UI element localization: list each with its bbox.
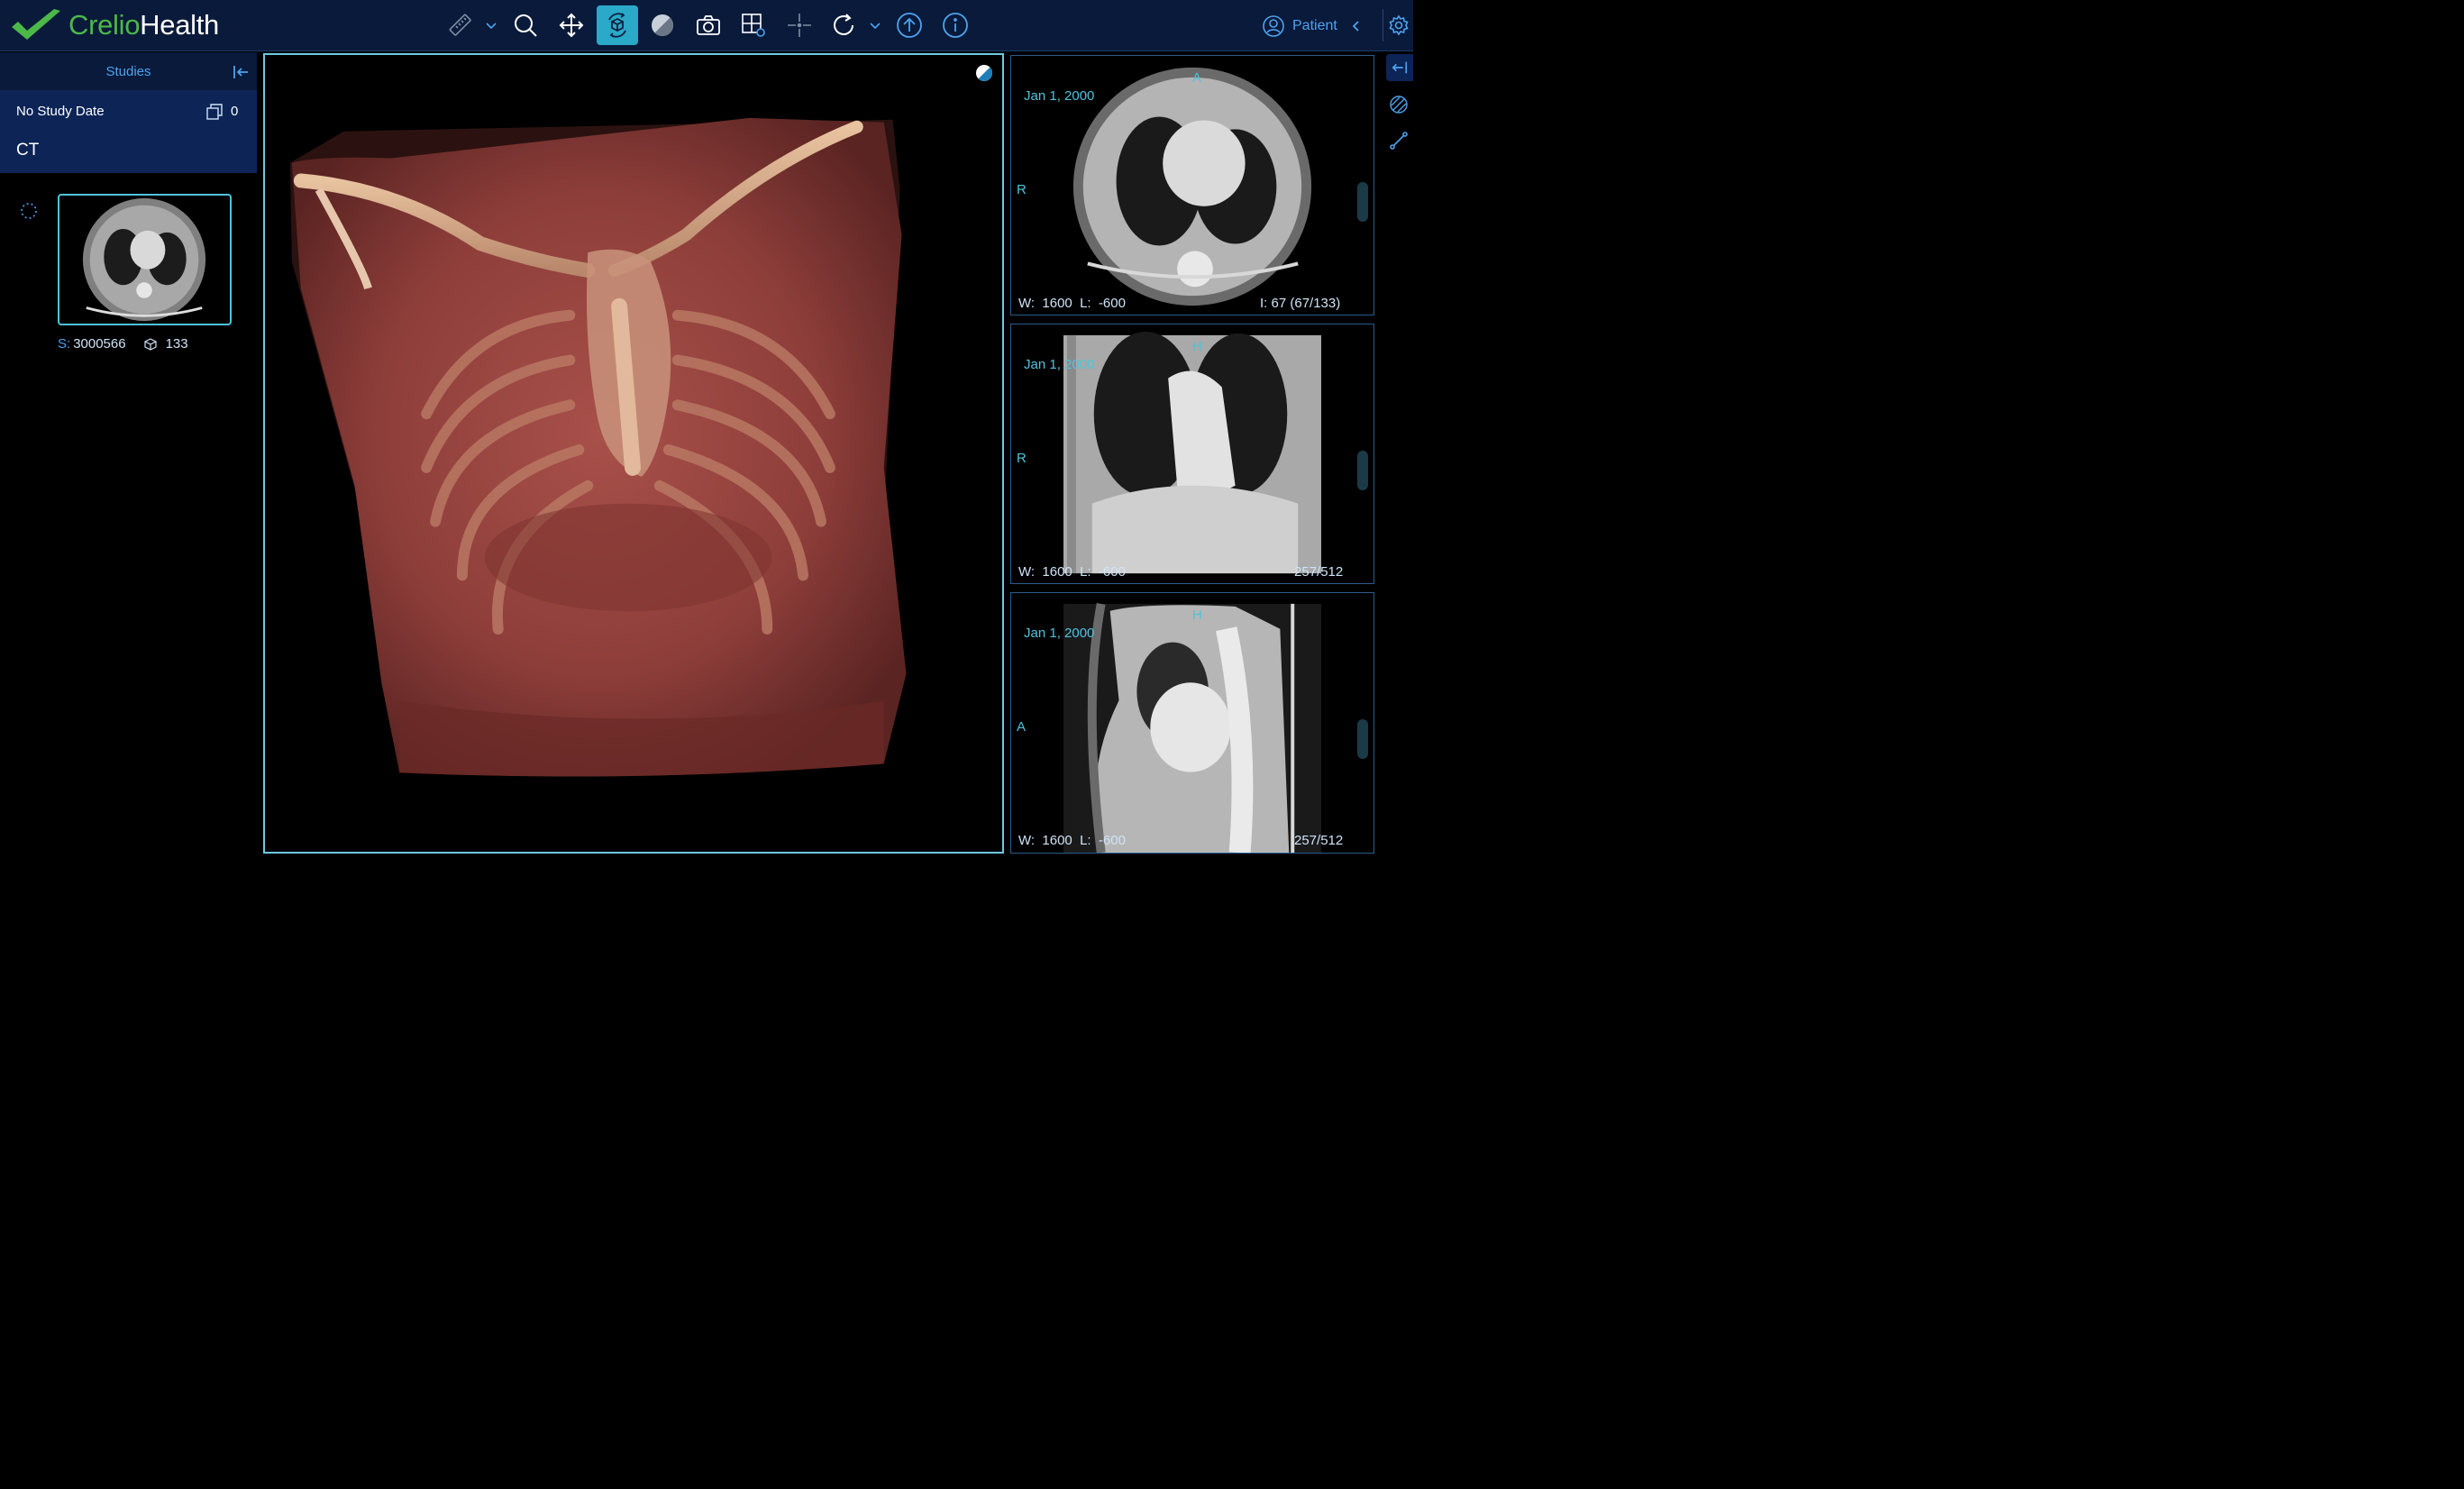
axial-window-level: W: 1600 L: -600 — [1018, 296, 1126, 311]
patient-panel-toggle[interactable]: Patient — [1262, 13, 1370, 40]
camera-icon — [697, 15, 720, 35]
axial-viewport[interactable]: Jan 1, 2000 A R W: 1600 L: -600 I: 67 (6… — [1010, 55, 1374, 315]
series-number: 3000566 — [73, 336, 126, 352]
line-measure-icon — [1390, 132, 1408, 150]
hatched-circle-icon — [1390, 96, 1408, 114]
series-prefix: S: — [58, 336, 71, 352]
reset-dropdown-button[interactable] — [867, 5, 883, 45]
settings-button[interactable] — [1383, 9, 1413, 41]
series-info: S: 3000566 133 — [58, 336, 188, 352]
study-modality: CT — [16, 141, 40, 160]
axial-left-orientation: R — [1017, 182, 1027, 197]
segmentation-button[interactable] — [1386, 92, 1411, 117]
zoom-icon — [515, 14, 537, 37]
axial-scroll-handle[interactable] — [1357, 182, 1368, 222]
brand-name: CrelioHealth — [68, 9, 219, 41]
crosshair-tool-button[interactable] — [779, 5, 820, 45]
sagittal-scroll-handle[interactable] — [1357, 719, 1368, 759]
expand-left-icon — [1392, 61, 1408, 74]
top-toolbar: CrelioHealth Patient — [0, 0, 1413, 51]
pan-icon — [559, 13, 584, 38]
chevron-down-icon — [486, 23, 497, 30]
coronal-window-level: W: 1600 L: -600 — [1018, 564, 1126, 580]
reset-icon — [834, 14, 853, 35]
coronal-date: Jan 1, 2000 — [1024, 357, 1095, 372]
line-measure-button[interactable] — [1386, 128, 1411, 153]
ruler-dropdown-button[interactable] — [483, 5, 499, 45]
window-level-icon — [652, 14, 674, 37]
screenshot-button[interactable] — [688, 5, 729, 45]
ruler-tool-button[interactable] — [440, 5, 481, 45]
coronal-left-orientation: R — [1017, 451, 1027, 466]
sagittal-top-orientation: H — [1192, 607, 1202, 623]
loading-spinner-icon — [21, 203, 37, 219]
sagittal-date: Jan 1, 2000 — [1024, 626, 1095, 641]
window-level-tool-button[interactable] — [642, 5, 683, 45]
series-frame-count: 133 — [165, 336, 188, 352]
pan-tool-button[interactable] — [551, 5, 592, 45]
volume-render-viewport[interactable] — [263, 53, 1004, 854]
layout-settings-button[interactable] — [733, 5, 774, 45]
chevron-left-icon — [1352, 21, 1359, 32]
coronal-scroll-handle[interactable] — [1357, 451, 1368, 490]
series-count-icon — [206, 104, 223, 120]
logo-check-icon — [12, 9, 60, 40]
sagittal-viewport[interactable]: Jan 1, 2000 H A W: 1600 L: -600 257/512 — [1010, 592, 1374, 854]
studies-panel: Studies No Study Date 0 CT S: 3000566 13… — [0, 52, 257, 854]
coronal-top-orientation: H — [1192, 339, 1202, 354]
sagittal-left-orientation: A — [1017, 719, 1027, 735]
zoom-tool-button[interactable] — [505, 5, 546, 45]
upload-button[interactable] — [889, 5, 930, 45]
3d-volume-render — [289, 117, 907, 777]
axial-date: Jan 1, 2000 — [1024, 88, 1095, 104]
gear-icon — [1388, 14, 1409, 36]
reset-view-button[interactable] — [823, 5, 864, 45]
axial-image-index: I: 67 (67/133) — [1260, 296, 1341, 311]
rotate-3d-icon — [608, 13, 626, 38]
axial-thumbnail-image — [82, 197, 206, 322]
sagittal-image-index: 257/512 — [1294, 833, 1344, 848]
collapse-panel-icon[interactable] — [232, 63, 250, 81]
study-card[interactable]: No Study Date 0 CT — [0, 90, 257, 173]
expand-panel-button[interactable] — [1386, 54, 1413, 81]
chevron-down-icon — [870, 23, 881, 30]
studies-title: Studies — [105, 63, 151, 79]
ruler-icon — [449, 14, 471, 36]
cube-icon — [143, 337, 157, 351]
right-tool-rail — [1383, 54, 1413, 854]
crelio-health-logo: CrelioHealth — [9, 5, 219, 45]
studies-header: Studies — [0, 52, 257, 90]
contrast-toggle-icon[interactable] — [975, 64, 993, 82]
study-date: No Study Date — [16, 104, 105, 119]
rotate-3d-tool-button[interactable] — [597, 5, 638, 45]
user-icon — [1263, 15, 1284, 37]
crosshair-icon — [788, 14, 811, 37]
info-icon — [943, 13, 968, 38]
series-thumbnail[interactable] — [58, 194, 232, 325]
layout-settings-icon — [742, 14, 765, 37]
sagittal-window-level: W: 1600 L: -600 — [1018, 833, 1126, 848]
upload-icon — [897, 13, 922, 38]
info-button[interactable] — [935, 5, 976, 45]
axial-top-orientation: A — [1192, 70, 1202, 86]
series-count: 0 — [231, 104, 239, 119]
patient-label: Patient — [1292, 18, 1337, 33]
coronal-image-index: 257/512 — [1294, 564, 1344, 580]
coronal-viewport[interactable]: Jan 1, 2000 H R W: 1600 L: -600 257/512 — [1010, 324, 1374, 584]
